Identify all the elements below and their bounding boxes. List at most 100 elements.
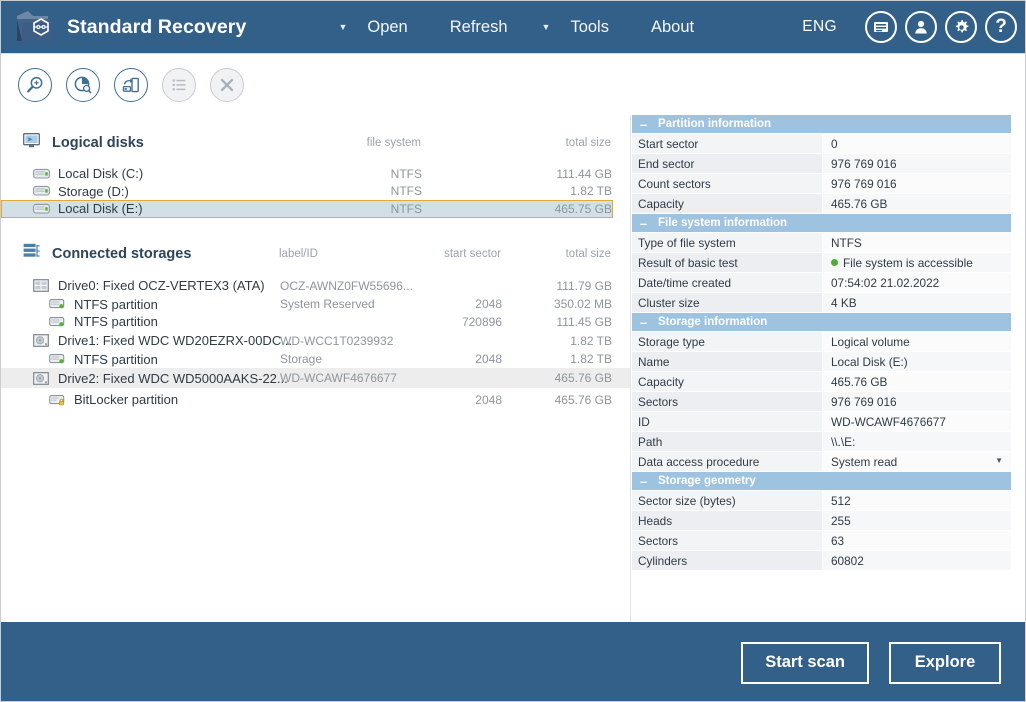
connected-storages-title: Connected storages (52, 245, 192, 262)
table-row[interactable]: BitLocker partition 2048 465.76 GB (1, 391, 630, 409)
collapse-icon[interactable]: – (640, 118, 650, 131)
property-row: Date/time created 07:54:02 21.02.2022 (632, 273, 1011, 293)
collapse-icon[interactable]: – (640, 475, 650, 488)
cell-file-system: NTFS (390, 201, 422, 216)
help-glyph: ? (995, 16, 1007, 37)
property-key: Count sectors (632, 174, 822, 193)
property-key: Path (632, 432, 822, 451)
cell-total-size: 111.44 GB (556, 166, 612, 181)
property-key: Data access procedure (632, 452, 822, 471)
table-row[interactable]: Drive0: Fixed OCZ-VERTEX3 (ATA) OCZ-AWNZ… (1, 276, 630, 296)
table-row[interactable]: Drive1: Fixed WDC WD20EZRX-00DC... WD-WC… (1, 331, 630, 351)
property-value: 512 (822, 491, 1011, 510)
property-row: Count sectors 976 769 016 (632, 174, 1011, 194)
tools-dropdown-caret[interactable]: ▼ (534, 22, 559, 32)
property-key: Cluster size (632, 293, 822, 312)
property-key: Start sector (632, 134, 822, 153)
property-value: 976 769 016 (822, 392, 1011, 411)
open-dropdown-caret[interactable]: ▼ (330, 22, 355, 32)
table-row-label: NTFS partition (74, 351, 158, 367)
section-header-partition-information[interactable]: – Partition information (632, 115, 1011, 134)
table-row-label: Drive0: Fixed OCZ-VERTEX3 (ATA) (58, 278, 265, 293)
property-row: Cluster size 4 KB (632, 293, 1011, 313)
selected-option: System read (831, 455, 898, 469)
table-row-label: NTFS partition (74, 314, 158, 330)
section-storage-geometry: – Storage geometry Sector size (bytes) 5… (632, 472, 1011, 571)
hdd-icon (32, 371, 50, 385)
partition-icon (48, 297, 66, 311)
table-row-label: NTFS partition (74, 296, 158, 312)
table-row[interactable]: NTFS partition 720896 111.45 GB (1, 313, 630, 331)
property-value-status: File system is accessible (822, 253, 1011, 272)
logical-disks-group: Logical disks file system total size Loc… (1, 129, 630, 218)
help-icon[interactable]: ? (985, 11, 1017, 43)
property-value: 60802 (822, 551, 1011, 570)
property-row: Sector size (bytes) 512 (632, 491, 1011, 511)
list-item-label: Local Disk (E:) (58, 201, 143, 217)
property-row: Heads 255 (632, 511, 1011, 531)
property-key: Date/time created (632, 273, 822, 292)
storages-icon (23, 243, 40, 264)
section-header-file-system-information[interactable]: – File system information (632, 214, 1011, 233)
user-icon[interactable] (905, 11, 937, 43)
section-file-system-information: – File system information Type of file s… (632, 214, 1011, 313)
property-key: Storage type (632, 332, 822, 351)
column-total-size: total size (565, 137, 611, 149)
property-key: Sectors (632, 392, 822, 411)
gear-icon[interactable] (945, 11, 977, 43)
table-row[interactable]: NTFS partition System Reserved 2048 350.… (1, 296, 630, 314)
property-key: End sector (632, 154, 822, 173)
list-item-label: Storage (D:) (58, 183, 129, 199)
cell-label-id: WD-WCC1T0239932 (280, 333, 394, 348)
table-row-highlighted[interactable]: Drive2: Fixed WDC WD5000AAKS-22... WD-WC… (1, 368, 630, 388)
drive-icon (32, 202, 50, 216)
nav-open[interactable]: Open (355, 14, 419, 41)
property-row: Capacity 465.76 GB (632, 372, 1011, 392)
list-item-selected[interactable]: Local Disk (E:) NTFS 465.75 GB (1, 200, 613, 218)
property-row: Capacity 465.76 GB (632, 194, 1011, 214)
property-row-dropdown: Data access procedure System read ▼ (632, 452, 1011, 472)
find-storage-icon[interactable] (18, 67, 52, 102)
start-scan-button[interactable]: Start scan (741, 641, 869, 684)
collapse-icon[interactable]: – (640, 316, 650, 329)
collapse-icon[interactable]: – (640, 217, 650, 230)
property-key: Type of file system (632, 233, 822, 252)
property-value: 63 (822, 531, 1011, 550)
list-item[interactable]: Local Disk (C:) NTFS 111.44 GB (1, 165, 630, 183)
nav-refresh[interactable]: Refresh (438, 14, 520, 41)
nav-tools[interactable]: Tools (558, 14, 621, 41)
explore-button[interactable]: Explore (889, 641, 1001, 684)
list-item[interactable]: Storage (D:) NTFS 1.82 TB (1, 183, 630, 201)
table-row-label: Drive2: Fixed WDC WD5000AAKS-22... (58, 370, 288, 386)
cell-start-sector: 2048 (475, 352, 502, 367)
property-value: 0 (822, 134, 1011, 153)
list-item-label: Local Disk (C:) (58, 166, 144, 182)
section-header-storage-geometry[interactable]: – Storage geometry (632, 472, 1011, 491)
property-value: 976 769 016 (822, 154, 1011, 173)
cell-total-size: 111.79 GB (556, 278, 612, 293)
property-key: Cylinders (632, 551, 822, 570)
section-header-storage-information[interactable]: – Storage information (632, 313, 1011, 332)
column-file-system: file system (366, 137, 421, 149)
nav-about[interactable]: About (639, 14, 706, 41)
disk-image-icon[interactable] (114, 67, 148, 102)
chevron-down-icon[interactable]: ▼ (995, 457, 1003, 465)
property-key: Capacity (632, 372, 822, 391)
property-row: ID WD-WCAWF4676677 (632, 412, 1011, 432)
language-selector[interactable]: ENG (802, 18, 837, 36)
property-value: 255 (822, 511, 1011, 530)
app-title: Standard Recovery (67, 15, 247, 38)
news-icon[interactable] (865, 11, 897, 43)
data-access-procedure-select[interactable]: System read ▼ (822, 452, 1011, 471)
storage-tree-pane: Logical disks file system total size Loc… (1, 115, 631, 622)
property-value: 07:54:02 21.02.2022 (822, 273, 1011, 292)
hdd-icon (32, 334, 50, 348)
cell-label-id: OCZ-AWNZ0FW55696... (280, 278, 413, 293)
property-value: Local Disk (E:) (822, 352, 1011, 371)
property-key: Name (632, 352, 822, 371)
column-total-size: total size (565, 247, 611, 260)
table-row[interactable]: NTFS partition Storage 2048 1.82 TB (1, 351, 630, 369)
disk-scan-icon[interactable] (66, 67, 100, 102)
property-row: End sector 976 769 016 (632, 154, 1011, 174)
logical-disks-header: Logical disks file system total size (1, 129, 630, 157)
